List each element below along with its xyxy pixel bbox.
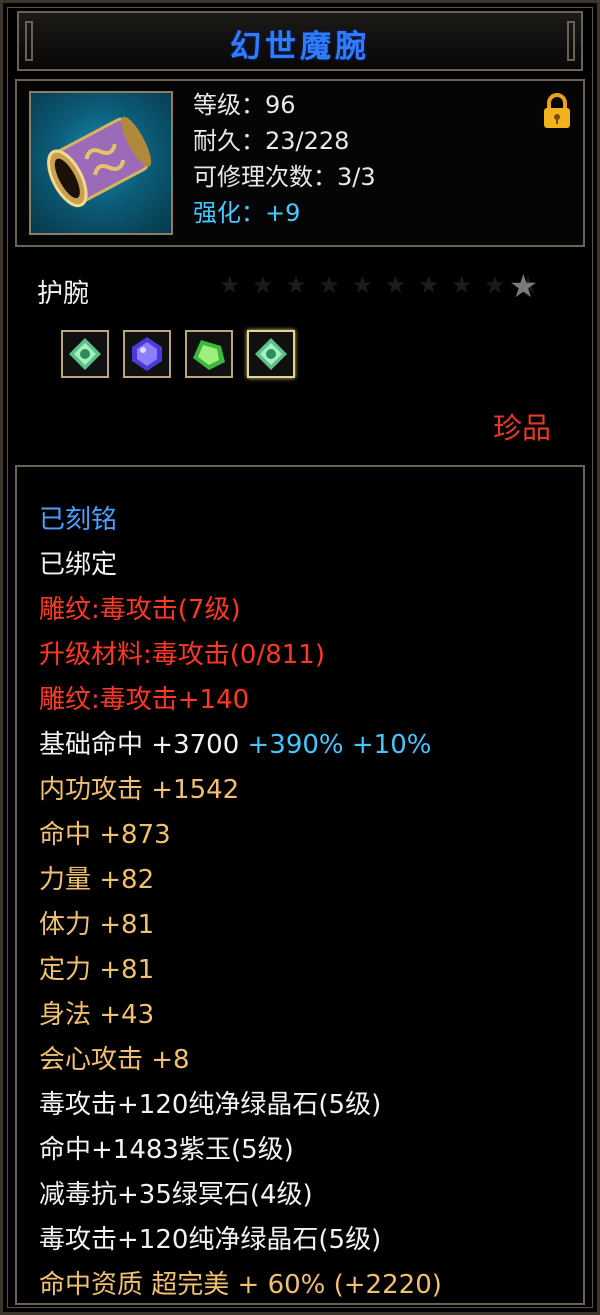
bound-status: 已绑定 <box>39 550 118 580</box>
item-header: 等级：96 耐久：23/228 可修理次数：3/3 强化：+9 <box>15 79 585 247</box>
green-crystal-gem-icon[interactable] <box>61 330 109 378</box>
item-type: 护腕 <box>37 279 90 309</box>
purple-jade-gem-icon[interactable] <box>123 330 171 378</box>
attribute-panel: 已刻铭 已绑定 雕纹:毒攻击(7级) 升级材料:毒攻击(0/811) 雕纹:毒攻… <box>15 465 585 1305</box>
base-hit-bonus-2: +10% <box>351 730 432 760</box>
base-hit-row: 基础命中 +3700 +390% +10% <box>39 724 431 761</box>
title-bar: 幻世魔腕 <box>17 11 583 71</box>
item-stats: 等级：96 耐久：23/228 可修理次数：3/3 强化：+9 <box>193 87 376 231</box>
engraved-status: 已刻铭 <box>39 505 118 535</box>
item-name: 幻世魔腕 <box>230 29 370 65</box>
repair-count-text: 可修理次数：3/3 <box>193 163 376 191</box>
green-crystal-gem-icon[interactable] <box>247 330 295 378</box>
base-hit-value: +3700 <box>151 730 240 760</box>
bound-lock-icon <box>544 93 570 128</box>
gem-bonus-3: 减毒抗+35绿冥石(4级) <box>39 1180 313 1210</box>
inner-attack: 内功攻击 +1542 <box>39 775 240 805</box>
wrist-guard-icon <box>29 91 173 235</box>
green-stone-gem-icon[interactable] <box>185 330 233 378</box>
upgrade-material: 升级材料:毒攻击(0/811) <box>39 640 325 670</box>
carving-level: 雕纹:毒攻击(7级) <box>39 595 241 625</box>
rarity-label: 珍品 <box>492 411 551 445</box>
base-hit-label: 基础命中 <box>39 730 144 760</box>
carving-bonus: 雕纹:毒攻击+140 <box>39 685 250 715</box>
enhance-text: 强化：+9 <box>193 199 301 227</box>
gem-bonus-4: 毒攻击+120纯净绿晶石(5级) <box>39 1225 382 1255</box>
base-hit-bonus-1: +390% <box>247 730 344 760</box>
gem-bonus-1: 毒攻击+120纯净绿晶石(5级) <box>39 1090 382 1120</box>
focus: 定力 +81 <box>39 955 155 985</box>
gem-bonus-2: 命中+1483紫玉(5级) <box>39 1135 294 1165</box>
hit: 命中 +873 <box>39 820 171 850</box>
hit-quality: 命中资质 超完美 + 60% (+2220) <box>39 1270 442 1300</box>
strength: 力量 +82 <box>39 865 155 895</box>
item-tooltip: 幻世魔腕 等级：96 耐久：23/228 可修理次数：3/3 强化：+9 护腕 … <box>0 0 600 1315</box>
star-rating: ★ ★ ★ ★ ★ ★ ★ ★ ★ ★ <box>219 271 541 299</box>
favorite-star-icon[interactable]: ★ <box>509 267 538 305</box>
agility: 身法 +43 <box>39 1000 155 1030</box>
durability-text: 耐久：23/228 <box>193 127 350 155</box>
stamina: 体力 +81 <box>39 910 155 940</box>
level-text: 等级：96 <box>193 91 296 119</box>
crit-attack: 会心攻击 +8 <box>39 1045 190 1075</box>
